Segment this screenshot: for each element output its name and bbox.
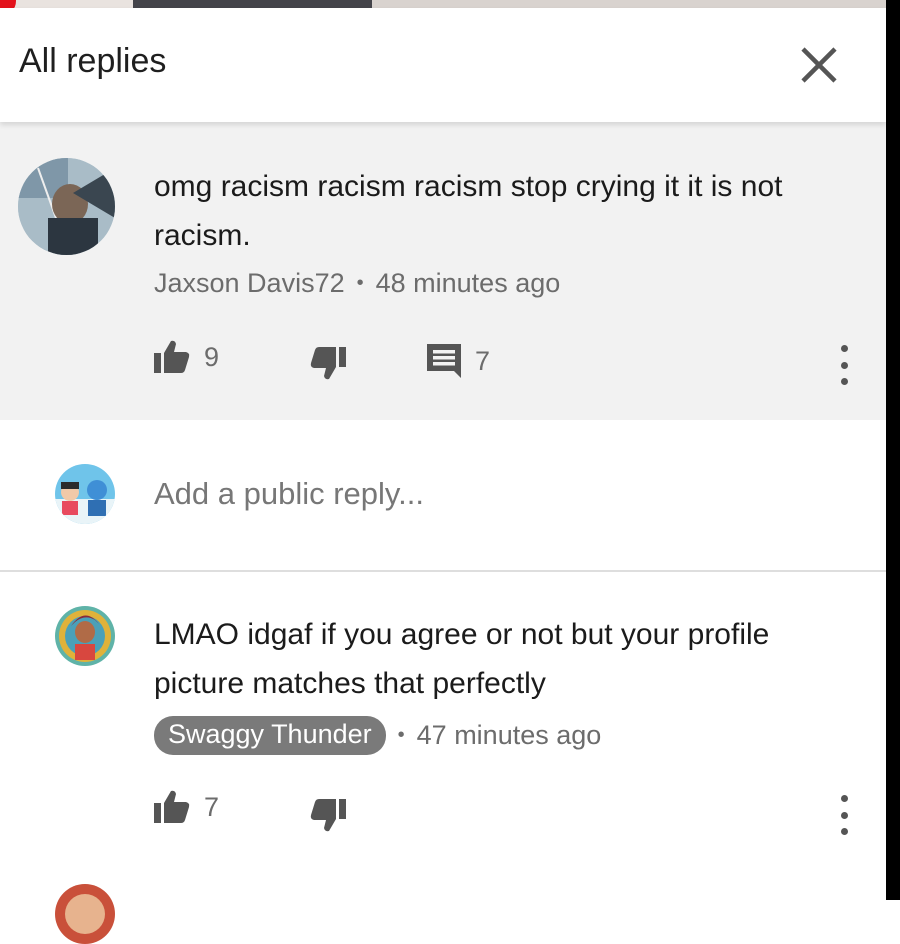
like-count: 7 [204,791,220,822]
replies-header: All replies [0,8,886,122]
like-button[interactable]: 7 [154,790,219,824]
comment-timestamp: 47 minutes ago [416,720,602,750]
dislike-button[interactable] [310,346,346,380]
comment-icon [427,344,461,378]
comment-author-badge[interactable]: Swaggy Thunder [154,716,386,755]
video-progress-strip [0,0,886,8]
reply-button[interactable]: 7 [427,344,490,378]
page-title: All replies [19,42,167,80]
reply-input[interactable] [154,472,834,516]
comment-text: omg racism racism racism stop crying it … [154,170,783,252]
close-button[interactable] [796,42,842,88]
comment-meta: Swaggy Thunder • 47 minutes ago [154,716,601,755]
comment-meta: Jaxson Davis72 • 48 minutes ago [154,268,560,299]
thumbs-down-icon [310,799,346,832]
thumbs-up-icon [154,790,190,823]
avatar[interactable] [55,606,115,666]
meta-separator: • [356,272,364,294]
reply-count: 7 [475,345,491,376]
reply-composer [0,420,886,572]
comment-text: LMAO idgaf if you agree or not but your … [154,618,770,700]
comment-author[interactable]: Jaxson Davis72 [154,268,345,299]
parent-comment: omg racism racism racism stop crying it … [0,122,886,420]
avatar[interactable] [18,158,115,255]
like-count: 9 [204,341,220,372]
avatar[interactable] [55,884,115,944]
user-avatar [55,464,115,524]
thumbs-up-icon [154,340,190,373]
comment-timestamp: 48 minutes ago [375,268,561,298]
dislike-button[interactable] [310,798,346,832]
like-button[interactable]: 9 [154,340,219,374]
more-options-icon[interactable] [834,345,854,385]
thumbs-down-icon [310,347,346,380]
close-icon [801,47,837,83]
screen-edge [886,0,900,900]
more-options-icon[interactable] [834,795,854,835]
meta-separator: • [397,724,405,746]
